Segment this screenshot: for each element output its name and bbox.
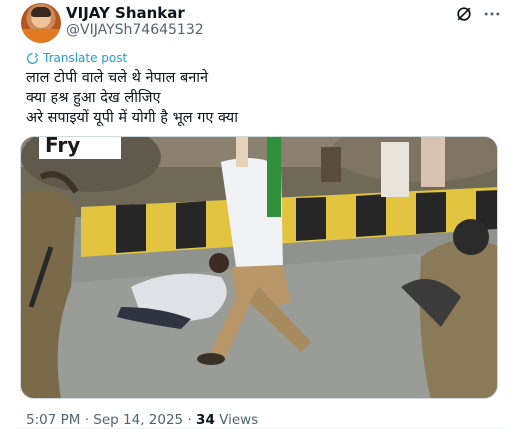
more-horizontal-icon[interactable]: [482, 4, 502, 24]
avatar-clothing: [21, 29, 61, 43]
post-metadata: 5:07 PM · Sep 14, 2025 · 34 Views: [26, 412, 258, 428]
post-text-line: लाल टोपी वाले चले थे नेपाल बनाने: [26, 70, 209, 86]
author-display-name[interactable]: VIJAY Shankar: [66, 4, 185, 22]
views-count: 34: [196, 412, 215, 428]
meta-separator: ·: [187, 412, 192, 428]
post-time[interactable]: 5:07 PM: [26, 412, 80, 428]
translate-label: Translate post: [43, 51, 128, 65]
post-text-line: अरे सपाइयों यूपी में योगी है भूल गए क्या: [26, 110, 238, 126]
author-handle[interactable]: @VIJAYSh74645132: [66, 22, 204, 38]
meta-separator: ·: [84, 412, 89, 428]
tweet-card: VIJAY Shankar @VIJAYSh74645132 Translate…: [0, 0, 522, 429]
video-overlay-text: Fry: [45, 136, 81, 157]
views-label: Views: [219, 412, 259, 428]
grok-icon[interactable]: [454, 4, 474, 24]
post-text-line: क्या हश्र हुआ देख लीजिए: [26, 90, 161, 106]
translate-icon: [27, 52, 39, 64]
video-frame: [21, 137, 497, 398]
author-avatar[interactable]: [21, 3, 61, 43]
post-video[interactable]: Fry: [20, 136, 498, 399]
post-date[interactable]: Sep 14, 2025: [93, 412, 183, 428]
avatar-hair: [31, 7, 51, 17]
post-text: लाल टोपी वाले चले थे नेपाल बनाने क्या हश…: [26, 68, 496, 128]
translate-post-link[interactable]: Translate post: [26, 51, 127, 65]
